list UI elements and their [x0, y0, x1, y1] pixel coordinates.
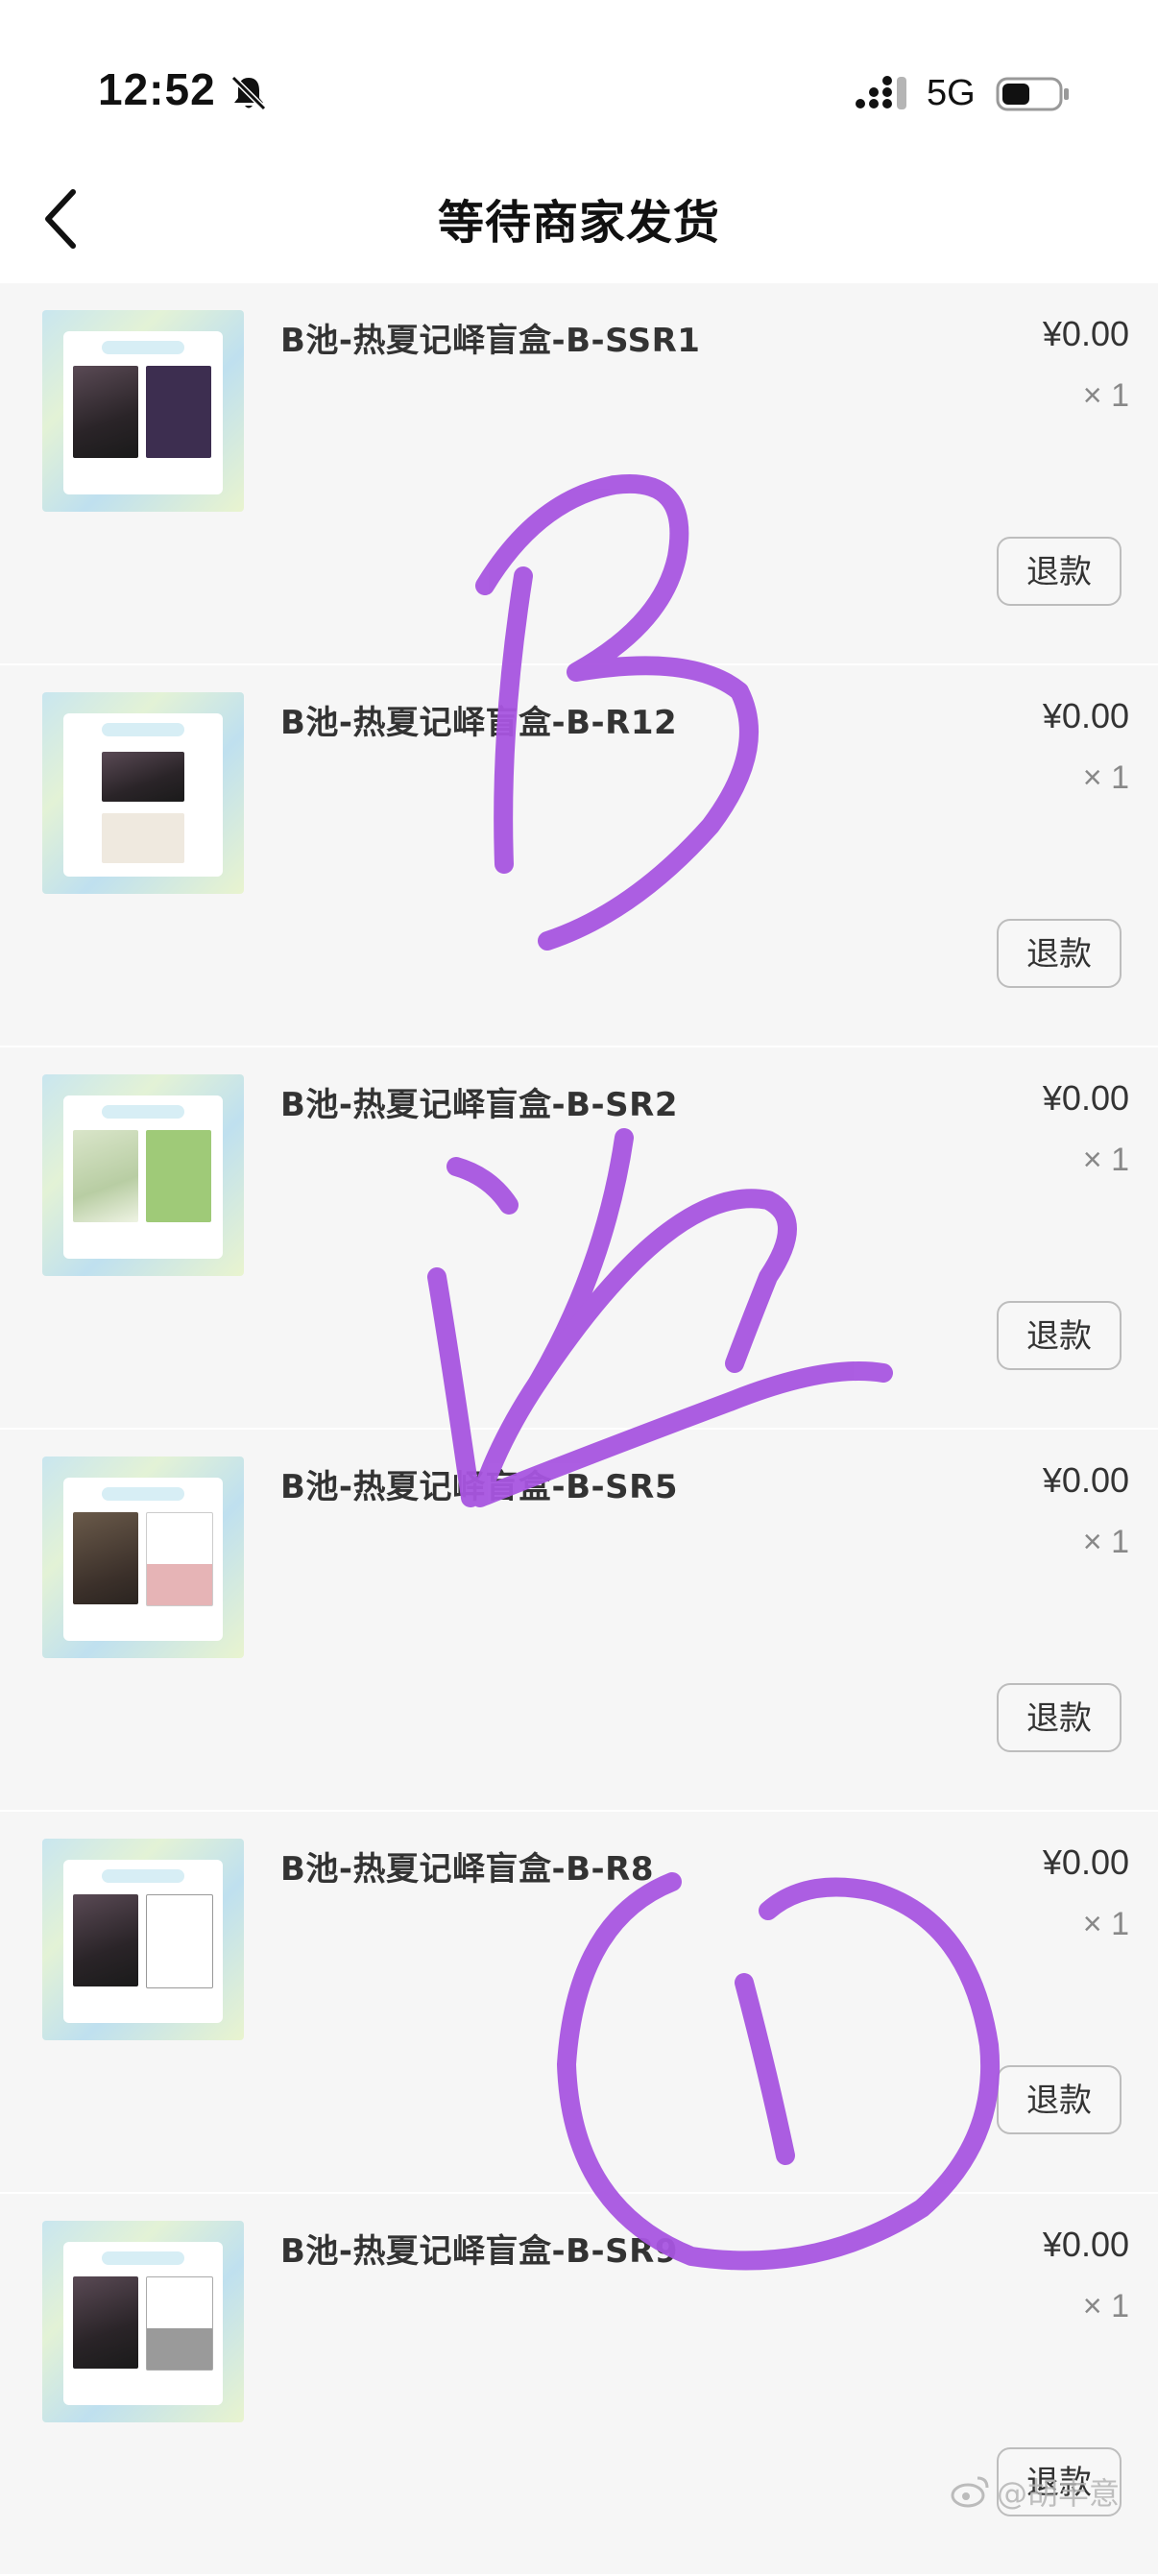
- bell-muted-icon: [229, 73, 269, 113]
- product-thumbnail[interactable]: [42, 1457, 244, 1658]
- item-quantity: × 1: [1082, 1142, 1129, 1178]
- network-label: 5G: [927, 73, 976, 113]
- item-quantity: × 1: [1082, 1524, 1129, 1560]
- product-thumbnail[interactable]: [42, 1074, 244, 1276]
- product-thumbnail[interactable]: [42, 1839, 244, 2040]
- watermark-text: @胡丰意: [997, 2475, 1121, 2512]
- product-thumbnail[interactable]: [42, 2221, 244, 2422]
- order-item: B池-热夏记峄盲盒-B-SR2 ¥0.00 × 1 退款: [0, 1047, 1158, 1430]
- item-title[interactable]: B池-热夏记峄盲盒-B-SR9: [280, 2225, 678, 2272]
- item-quantity: × 1: [1082, 759, 1129, 796]
- watermark: @胡丰意: [951, 2468, 1120, 2516]
- refund-button[interactable]: 退款: [997, 919, 1122, 988]
- item-quantity: × 1: [1082, 1906, 1129, 1942]
- product-thumbnail[interactable]: [42, 310, 244, 512]
- status-time: 12:52: [98, 64, 216, 114]
- battery-icon: [996, 75, 1073, 113]
- order-item: B池-热夏记峄盲盒-B-SSR1 ¥0.00 × 1 退款: [0, 283, 1158, 665]
- item-title[interactable]: B池-热夏记峄盲盒-B-SR2: [280, 1078, 678, 1125]
- refund-button[interactable]: 退款: [997, 537, 1122, 606]
- order-item: B池-热夏记峄盲盒-B-R8 ¥0.00 × 1 退款: [0, 1812, 1158, 2194]
- item-price: ¥0.00: [1042, 1842, 1129, 1882]
- cellular-signal-icon: [855, 75, 912, 113]
- item-price: ¥0.00: [1042, 1078, 1129, 1118]
- item-price: ¥0.00: [1042, 2225, 1129, 2264]
- item-title[interactable]: B池-热夏记峄盲盒-B-R8: [280, 1842, 654, 1890]
- item-price: ¥0.00: [1042, 314, 1129, 353]
- order-item: B池-热夏记峄盲盒-B-SR5 ¥0.00 × 1 退款: [0, 1430, 1158, 1812]
- refund-button[interactable]: 退款: [997, 1301, 1122, 1370]
- order-list: B池-热夏记峄盲盒-B-SSR1 ¥0.00 × 1 退款 B池-热夏记峄盲盒-…: [0, 283, 1158, 2576]
- item-title[interactable]: B池-热夏记峄盲盒-B-SSR1: [280, 314, 700, 361]
- item-quantity: × 1: [1082, 377, 1129, 414]
- item-price: ¥0.00: [1042, 696, 1129, 735]
- page-title: 等待商家发货: [437, 196, 720, 250]
- order-item: B池-热夏记峄盲盒-B-SR9 ¥0.00 × 1 退款: [0, 2194, 1158, 2576]
- status-bar: 12:52 5G: [0, 0, 1158, 163]
- item-price: ¥0.00: [1042, 1460, 1129, 1500]
- order-item: B池-热夏记峄盲盒-B-R12 ¥0.00 × 1 退款: [0, 665, 1158, 1047]
- item-title[interactable]: B池-热夏记峄盲盒-B-R12: [280, 696, 677, 743]
- refund-button[interactable]: 退款: [997, 2065, 1122, 2134]
- nav-bar: 等待商家发货: [0, 163, 1158, 283]
- product-thumbnail[interactable]: [42, 692, 244, 894]
- refund-button[interactable]: 退款: [997, 1683, 1122, 1752]
- weibo-icon: [951, 2476, 989, 2508]
- item-quantity: × 1: [1082, 2288, 1129, 2324]
- item-title[interactable]: B池-热夏记峄盲盒-B-SR5: [280, 1460, 678, 1507]
